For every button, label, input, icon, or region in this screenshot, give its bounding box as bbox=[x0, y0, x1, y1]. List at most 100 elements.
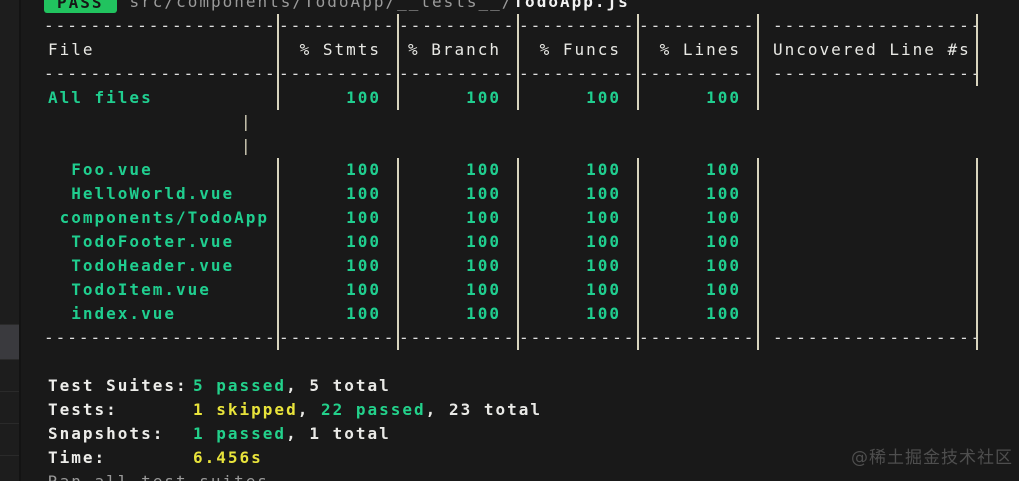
summary-label: Test Suites: bbox=[48, 376, 188, 395]
uncovered-cell bbox=[757, 86, 978, 110]
lines-cell: 100 bbox=[637, 302, 757, 326]
summary-label: Time: bbox=[48, 448, 107, 467]
stmts-cell: 100 bbox=[277, 86, 397, 110]
terminal-output: PASS src/components/TodoApp/__tests__/ Tod… bbox=[21, 0, 1019, 481]
funcs-cell: 100 bbox=[517, 158, 637, 182]
coverage-row-all-files: All files 100 100 100 100 bbox=[38, 86, 1019, 110]
stmts-cell: 100 bbox=[277, 254, 397, 278]
funcs-cell: 100 bbox=[517, 230, 637, 254]
uncovered-cell bbox=[757, 254, 978, 278]
sidebar-sliver bbox=[0, 0, 21, 481]
separator-cell: ------------------- bbox=[757, 326, 978, 350]
terminal-screen: PASS src/components/TodoApp/__tests__/ Tod… bbox=[0, 0, 1019, 481]
sidebar-selected-item[interactable] bbox=[0, 325, 19, 359]
separator-cell: ------------------- bbox=[757, 62, 978, 86]
uncovered-cell bbox=[757, 278, 978, 302]
branch-cell: 100 bbox=[397, 230, 517, 254]
file-name-cell: index.vue bbox=[48, 304, 176, 323]
funcs-cell: 100 bbox=[517, 182, 637, 206]
lines-cell: 100 bbox=[637, 182, 757, 206]
passed-count: 1 passed bbox=[193, 424, 287, 443]
column-header-funcs: % Funcs bbox=[517, 38, 637, 62]
coverage-row: TodoItem.vue 100 100 100 100 bbox=[38, 278, 1019, 302]
coverage-table-header: File % Stmts % Branch % Funcs % Lines Un… bbox=[38, 38, 1019, 62]
time-value: 6.456s bbox=[193, 448, 263, 467]
file-name-cell: components/TodoApp bbox=[48, 208, 270, 227]
lines-cell: 100 bbox=[637, 86, 757, 110]
stmts-cell: 100 bbox=[277, 158, 397, 182]
separator-cell: ------------------- bbox=[757, 14, 978, 38]
uncovered-cell bbox=[757, 182, 978, 206]
separator-cell: ---------- bbox=[637, 326, 757, 350]
separator-cell: -------------------- bbox=[44, 16, 277, 35]
coverage-row: Foo.vue 100 100 100 100 bbox=[38, 158, 1019, 182]
file-name-cell: TodoItem.vue bbox=[48, 280, 211, 299]
funcs-cell: 100 bbox=[517, 302, 637, 326]
separator-cell: ---------- bbox=[277, 326, 397, 350]
summary-test-suites: Test Suites: 5 passed, 5 total bbox=[38, 374, 1019, 398]
lines-cell: 100 bbox=[637, 278, 757, 302]
sidebar-divider bbox=[0, 391, 19, 392]
summary-tests: Tests: 1 skipped, 22 passed, 23 total bbox=[38, 398, 1019, 422]
branch-cell: 100 bbox=[397, 86, 517, 110]
stmts-cell: 100 bbox=[277, 302, 397, 326]
branch-cell: 100 bbox=[397, 206, 517, 230]
coverage-row: index.vue 100 100 100 100 bbox=[38, 302, 1019, 326]
test-file-path: src/components/TodoApp/__tests__/ bbox=[129, 0, 514, 11]
sidebar-divider bbox=[0, 359, 19, 360]
file-name-cell: TodoFooter.vue bbox=[48, 232, 235, 251]
column-header-file: File bbox=[48, 40, 95, 59]
summary-label: Snapshots: bbox=[48, 424, 165, 443]
separator-text: , bbox=[297, 400, 321, 419]
separator-cell: ---------- bbox=[397, 326, 517, 350]
coverage-row: HelloWorld.vue 100 100 100 100 bbox=[38, 182, 1019, 206]
watermark-text: @稀土掘金技术社区 bbox=[851, 448, 1013, 468]
file-name-cell: All files bbox=[48, 88, 153, 107]
pass-status-badge: PASS bbox=[44, 0, 117, 13]
pipe-glyph: | bbox=[241, 112, 253, 131]
branch-cell: 100 bbox=[397, 158, 517, 182]
lines-cell: 100 bbox=[637, 158, 757, 182]
lines-cell: 100 bbox=[637, 230, 757, 254]
total-count: , 23 total bbox=[425, 400, 542, 419]
coverage-file-rows: Foo.vue 100 100 100 100 HelloWorld.vue 1… bbox=[38, 158, 1019, 326]
branch-cell: 100 bbox=[397, 302, 517, 326]
stray-pipe-row: | bbox=[38, 134, 1019, 158]
uncovered-cell bbox=[757, 302, 978, 326]
column-header-lines: % Lines bbox=[637, 38, 757, 62]
separator-cell: ---------- bbox=[517, 326, 637, 350]
stmts-cell: 100 bbox=[277, 278, 397, 302]
separator-cell: -------------------- bbox=[44, 328, 277, 347]
skipped-count: 1 skipped bbox=[193, 400, 298, 419]
separator-cell: ---------- bbox=[517, 14, 637, 38]
separator-cell: ---------- bbox=[637, 62, 757, 86]
branch-cell: 100 bbox=[397, 254, 517, 278]
total-count: , 5 total bbox=[286, 376, 391, 395]
uncovered-cell bbox=[757, 206, 978, 230]
separator-cell: ---------- bbox=[277, 14, 397, 38]
column-header-stmts: % Stmts bbox=[277, 38, 397, 62]
branch-cell: 100 bbox=[397, 182, 517, 206]
coverage-row: TodoHeader.vue 100 100 100 100 bbox=[38, 254, 1019, 278]
column-header-uncovered: Uncovered Line #s bbox=[757, 38, 978, 62]
funcs-cell: 100 bbox=[517, 278, 637, 302]
pipe-glyph: | bbox=[241, 136, 253, 155]
test-result-line: PASS src/components/TodoApp/__tests__/Tod… bbox=[38, 0, 1019, 14]
funcs-cell: 100 bbox=[517, 206, 637, 230]
separator-cell: -------------------- bbox=[44, 64, 277, 83]
file-name-cell: Foo.vue bbox=[48, 160, 153, 179]
sidebar-divider bbox=[0, 423, 19, 424]
sidebar-divider bbox=[0, 455, 19, 456]
stmts-cell: 100 bbox=[277, 230, 397, 254]
coverage-row: TodoFooter.vue 100 100 100 100 bbox=[38, 230, 1019, 254]
file-name-cell: TodoHeader.vue bbox=[48, 256, 235, 275]
table-separator-row: -------------------- ---------- --------… bbox=[38, 62, 1019, 86]
column-header-branch: % Branch bbox=[397, 38, 517, 62]
funcs-cell: 100 bbox=[517, 86, 637, 110]
total-count: , 1 total bbox=[286, 424, 391, 443]
lines-cell: 100 bbox=[637, 254, 757, 278]
lines-cell: 100 bbox=[637, 206, 757, 230]
ran-all-suites-line: Ran all test suites. bbox=[38, 470, 1019, 481]
separator-cell: ---------- bbox=[397, 62, 517, 86]
